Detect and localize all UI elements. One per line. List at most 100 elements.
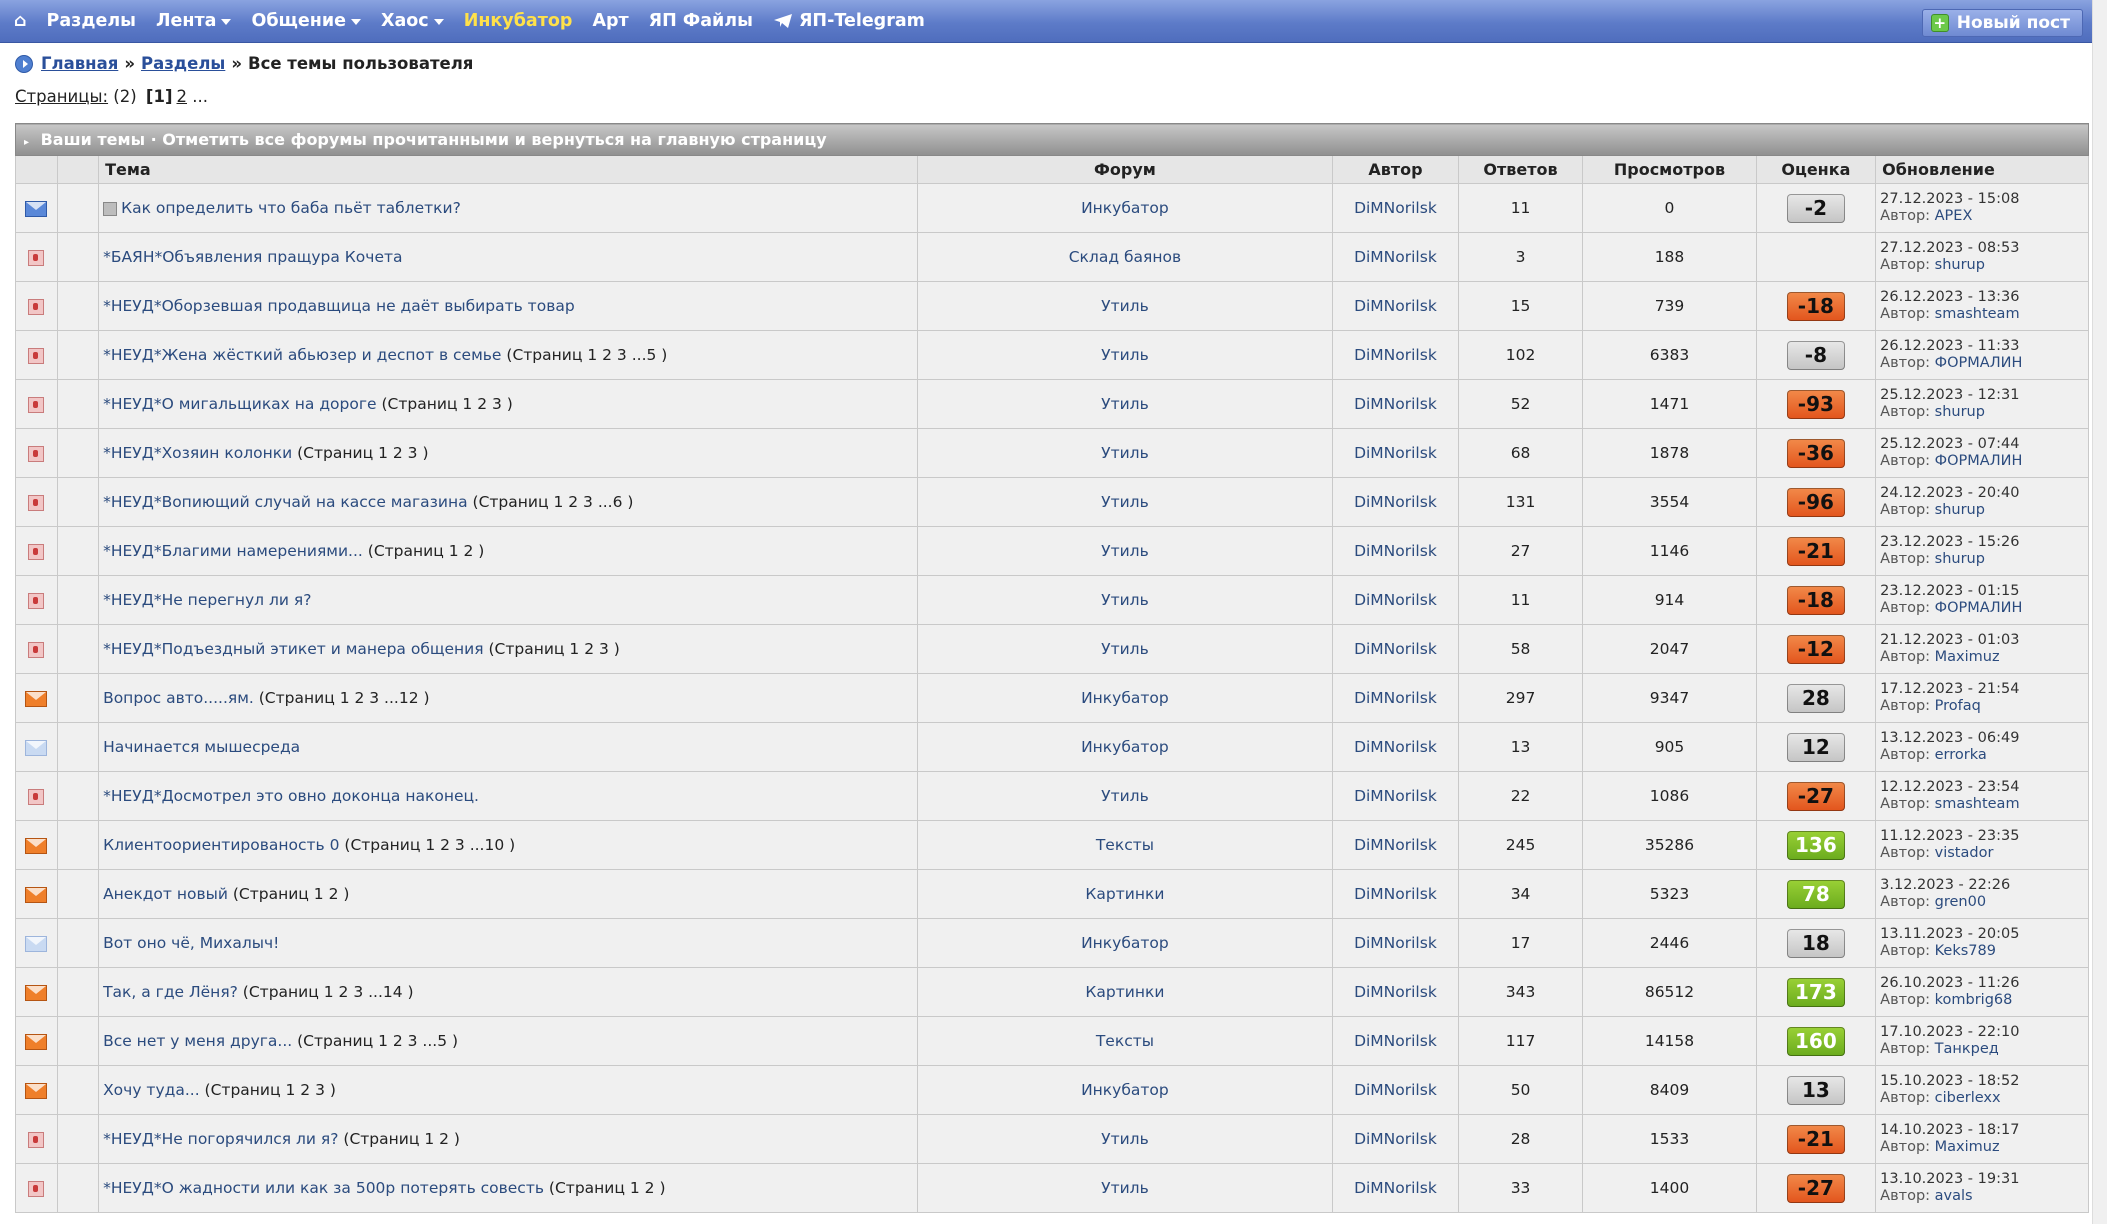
topic-pages-links[interactable]: 1 2 3 <box>462 395 501 413</box>
author-link[interactable]: DiMNorilsk <box>1354 787 1437 805</box>
last-post-author-link[interactable]: errorka <box>1935 747 1987 763</box>
forum-link[interactable]: Утиль <box>1101 346 1149 364</box>
nav-item-5[interactable]: Арт <box>592 11 628 31</box>
last-post-author-link[interactable]: Танкред <box>1935 1041 1999 1057</box>
breadcrumb-home-link[interactable]: Главная <box>41 54 118 73</box>
author-link[interactable]: DiMNorilsk <box>1354 934 1437 952</box>
topic-pages-links[interactable]: 1 2 <box>314 885 339 903</box>
author-link[interactable]: DiMNorilsk <box>1354 199 1437 217</box>
mark-all-read-link[interactable]: Отметить все форумы прочитанными и верну… <box>162 130 826 149</box>
forum-link[interactable]: Картинки <box>1085 885 1164 903</box>
author-link[interactable]: DiMNorilsk <box>1354 444 1437 462</box>
forum-link[interactable]: Инкубатор <box>1081 934 1169 952</box>
author-link[interactable]: DiMNorilsk <box>1354 983 1437 1001</box>
forum-link[interactable]: Утиль <box>1101 1130 1149 1148</box>
author-link[interactable]: DiMNorilsk <box>1354 1130 1437 1148</box>
topic-title-link[interactable]: *НЕУД*Жена жёсткий абьюзер и деспот в се… <box>103 346 501 364</box>
forum-link[interactable]: Утиль <box>1101 1179 1149 1197</box>
nav-item-7[interactable]: ЯП-Telegram <box>773 11 925 31</box>
header-last-update[interactable]: Обновление <box>1875 155 2089 184</box>
forum-link[interactable]: Инкубатор <box>1081 689 1169 707</box>
topic-title-link[interactable]: *НЕУД*О мигальщиках на дороге <box>103 395 376 413</box>
topic-title-link[interactable]: Вот оно чё, Михалыч! <box>103 934 279 952</box>
topic-pages-links[interactable]: 1 2 <box>630 1179 655 1197</box>
author-link[interactable]: DiMNorilsk <box>1354 1179 1437 1197</box>
header-replies[interactable]: Ответов <box>1457 155 1584 184</box>
last-post-author-link[interactable]: Keks789 <box>1935 943 1996 959</box>
header-rating[interactable]: Оценка <box>1755 155 1877 184</box>
topic-title-link[interactable]: *НЕУД*Досмотрел это овно доконца наконец… <box>103 787 479 805</box>
last-post-author-link[interactable]: shurup <box>1935 404 1985 420</box>
topic-title-link[interactable]: *БАЯН*Объявления пращура Кочета <box>103 248 402 266</box>
last-post-author-link[interactable]: ФОРМАЛИН <box>1935 355 2023 371</box>
forum-link[interactable]: Тексты <box>1096 1032 1154 1050</box>
last-post-author-link[interactable]: Maximuz <box>1935 649 2000 665</box>
topic-pages-links[interactable]: 1 2 3 <box>286 1081 325 1099</box>
last-post-author-link[interactable]: ФОРМАЛИН <box>1935 600 2023 616</box>
forum-link[interactable]: Утиль <box>1101 395 1149 413</box>
topic-pages-links[interactable]: 1 2 3 ...6 <box>553 493 622 511</box>
author-link[interactable]: DiMNorilsk <box>1354 1032 1437 1050</box>
nav-item-4[interactable]: Инкубатор <box>464 11 573 31</box>
forum-link[interactable]: Инкубатор <box>1081 199 1169 217</box>
header-views[interactable]: Просмотров <box>1582 155 1757 184</box>
nav-item-0[interactable]: Разделы <box>47 11 136 31</box>
topic-title-link[interactable]: Так, а где Лёня? <box>103 983 238 1001</box>
topic-title-link[interactable]: *НЕУД*Хозяин колонки <box>103 444 292 462</box>
topic-pages-links[interactable]: 1 2 3 ...10 <box>425 836 504 854</box>
forum-link[interactable]: Утиль <box>1101 444 1149 462</box>
last-post-author-link[interactable]: smashteam <box>1935 306 2020 322</box>
topic-title-link[interactable]: *НЕУД*Не погорячился ли я? <box>103 1130 338 1148</box>
last-post-author-link[interactable]: APEX <box>1935 208 1973 224</box>
topic-title-link[interactable]: *НЕУД*Вопиющий случай на кассе магазина <box>103 493 468 511</box>
topic-pages-links[interactable]: 1 2 3 ...5 <box>587 346 656 364</box>
last-post-author-link[interactable]: gren00 <box>1935 894 1986 910</box>
header-forum[interactable]: Форум <box>916 155 1334 184</box>
topic-title-link[interactable]: Анекдот новый <box>103 885 228 903</box>
vertical-scrollbar[interactable] <box>2092 0 2107 1224</box>
last-post-author-link[interactable]: Maximuz <box>1935 1139 2000 1155</box>
nav-item-2[interactable]: Общение <box>251 11 361 31</box>
pagination-next-page[interactable]: 2 <box>177 87 188 106</box>
last-post-author-link[interactable]: shurup <box>1935 257 1985 273</box>
forum-link[interactable]: Утиль <box>1101 297 1149 315</box>
forum-link[interactable]: Тексты <box>1096 836 1154 854</box>
last-post-author-link[interactable]: shurup <box>1935 502 1985 518</box>
nav-item-6[interactable]: ЯП Файлы <box>649 11 753 31</box>
forum-link[interactable]: Утиль <box>1101 493 1149 511</box>
author-link[interactable]: DiMNorilsk <box>1354 640 1437 658</box>
new-post-button[interactable]: + Новый пост <box>1921 9 2083 37</box>
topic-pages-links[interactable]: 1 2 3 ...12 <box>340 689 419 707</box>
last-post-author-link[interactable]: smashteam <box>1935 796 2020 812</box>
forum-link[interactable]: Инкубатор <box>1081 1081 1169 1099</box>
forum-link[interactable]: Картинки <box>1085 983 1164 1001</box>
author-link[interactable]: DiMNorilsk <box>1354 248 1437 266</box>
forum-link[interactable]: Склад баянов <box>1069 248 1181 266</box>
topic-title-link[interactable]: Все нет у меня друга... <box>103 1032 292 1050</box>
header-author[interactable]: Автор <box>1332 155 1459 184</box>
topic-title-link[interactable]: Начинается мышесреда <box>103 738 300 756</box>
author-link[interactable]: DiMNorilsk <box>1354 591 1437 609</box>
topic-title-link[interactable]: Как определить что баба пьёт таблетки? <box>121 199 461 217</box>
topic-pages-links[interactable]: 1 2 <box>449 542 474 560</box>
forum-link[interactable]: Утиль <box>1101 591 1149 609</box>
topic-pages-links[interactable]: 1 2 3 <box>569 640 608 658</box>
author-link[interactable]: DiMNorilsk <box>1354 493 1437 511</box>
author-link[interactable]: DiMNorilsk <box>1354 738 1437 756</box>
forum-link[interactable]: Инкубатор <box>1081 738 1169 756</box>
author-link[interactable]: DiMNorilsk <box>1354 346 1437 364</box>
home-icon[interactable]: ⌂ <box>14 11 27 31</box>
topic-title-link[interactable]: *НЕУД*Подъездный этикет и манера общения <box>103 640 483 658</box>
author-link[interactable]: DiMNorilsk <box>1354 542 1437 560</box>
last-post-author-link[interactable]: avals <box>1935 1188 1973 1204</box>
topic-title-link[interactable]: *НЕУД*О жадности или как за 500р потерят… <box>103 1179 544 1197</box>
forum-link[interactable]: Утиль <box>1101 542 1149 560</box>
last-post-author-link[interactable]: vistador <box>1935 845 1994 861</box>
last-post-author-link[interactable]: ФОРМАЛИН <box>1935 453 2023 469</box>
topic-pages-links[interactable]: 1 2 3 ...5 <box>378 1032 447 1050</box>
topic-pages-links[interactable]: 1 2 <box>424 1130 449 1148</box>
topic-title-link[interactable]: *НЕУД*Благими намерениями... <box>103 542 363 560</box>
nav-item-3[interactable]: Хаос <box>381 11 444 31</box>
header-topic[interactable]: Тема <box>98 155 918 184</box>
topic-title-link[interactable]: Хочу туда... <box>103 1081 200 1099</box>
